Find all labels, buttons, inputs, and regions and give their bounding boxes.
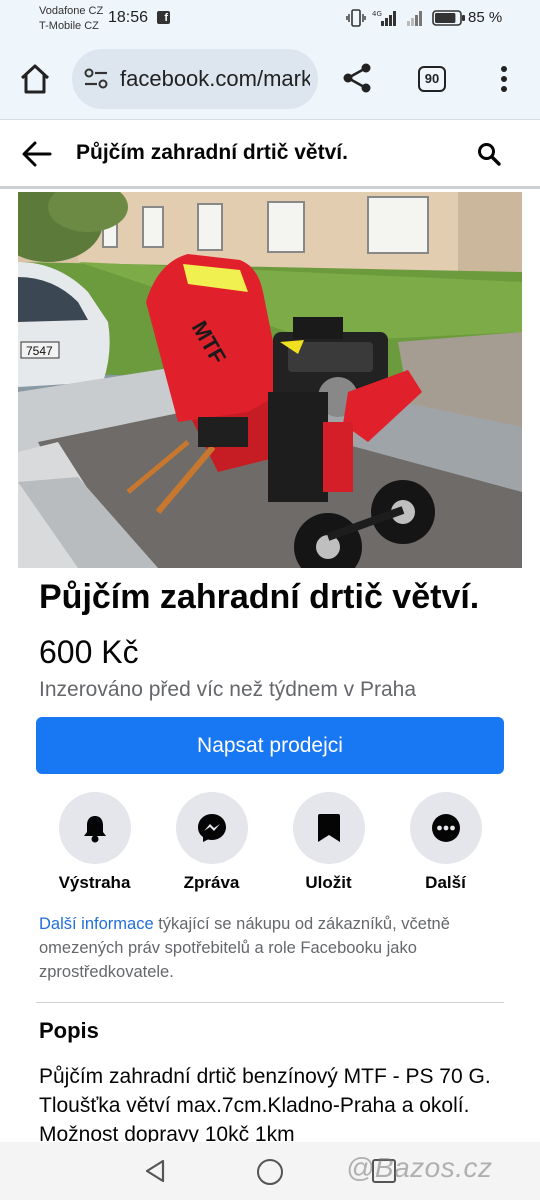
watermark: @Bazos.cz bbox=[346, 1152, 493, 1183]
facebook-notification-icon: f bbox=[157, 11, 170, 24]
alert-label: Výstraha bbox=[58, 873, 131, 892]
system-nav-bar: @Bazos.cz bbox=[0, 1142, 540, 1200]
save-action[interactable]: Uložit bbox=[270, 792, 387, 893]
chipper-image: 7547 MTF bbox=[18, 192, 522, 568]
carrier-1: Vodafone CZ bbox=[39, 5, 104, 17]
battery-percent: 85 % bbox=[468, 9, 503, 26]
home-icon[interactable] bbox=[18, 62, 52, 96]
status-time: 18:56 bbox=[108, 9, 149, 26]
more-action[interactable]: Další bbox=[387, 792, 504, 893]
signal-icon bbox=[407, 11, 422, 26]
carrier-2: T-Mobile CZ bbox=[39, 20, 99, 32]
message-action[interactable]: Zpráva bbox=[153, 792, 270, 893]
network-type-label: 4G bbox=[372, 10, 382, 18]
vibrate-icon bbox=[346, 9, 366, 27]
action-row: Výstraha Zpráva Uložit Další bbox=[36, 792, 504, 892]
site-settings-icon[interactable] bbox=[84, 68, 108, 90]
message-label: Zpráva bbox=[183, 873, 240, 892]
more-info-link[interactable]: Další informace bbox=[39, 915, 154, 933]
system-icons: 4G bbox=[346, 8, 466, 28]
description-text: Půjčím zahradní drtič benzínový MTF - PS… bbox=[39, 1065, 491, 1142]
listing-photo[interactable]: 7547 MTF bbox=[18, 192, 522, 568]
listing-title: Půjčím zahradní drtič větví. bbox=[39, 578, 480, 616]
share-icon[interactable] bbox=[340, 61, 374, 95]
status-bar: Vodafone CZ T-Mobile CZ 18:56 f 4G 85 % bbox=[0, 0, 540, 38]
license-plate-text: 7547 bbox=[26, 344, 53, 358]
arrow-back-icon[interactable] bbox=[20, 139, 54, 169]
message-seller-button[interactable]: Napsat prodejci bbox=[36, 717, 504, 774]
more-vert-icon[interactable] bbox=[492, 62, 516, 96]
header-title: Půjčím zahradní drtič větví. bbox=[76, 141, 348, 164]
bell-icon bbox=[83, 816, 106, 843]
section-divider bbox=[36, 1002, 504, 1003]
messenger-icon bbox=[197, 814, 226, 842]
nav-home-icon[interactable] bbox=[257, 1159, 283, 1185]
tab-switcher-button[interactable]: 90 bbox=[418, 66, 446, 92]
listing-header: Půjčím zahradní drtič větví. bbox=[0, 121, 540, 189]
bookmark-icon bbox=[317, 814, 340, 842]
more-button[interactable] bbox=[409, 792, 482, 864]
save-button[interactable] bbox=[292, 792, 365, 864]
alert-action[interactable]: Výstraha bbox=[36, 792, 153, 893]
message-button[interactable] bbox=[175, 792, 248, 864]
address-bar[interactable]: facebook.com/marketplace bbox=[72, 49, 318, 109]
listing-posted-info: Inzerováno před víc než týdnem v Praha bbox=[39, 678, 417, 701]
search-icon[interactable] bbox=[476, 141, 502, 167]
browser-toolbar: facebook.com/marketplace 90 bbox=[0, 38, 540, 120]
battery-icon bbox=[432, 10, 465, 26]
alert-button[interactable] bbox=[58, 792, 131, 864]
url-text: facebook.com/marketplace bbox=[120, 66, 310, 91]
consumer-disclaimer: Další informace týkající se nákupu od zá… bbox=[39, 912, 499, 984]
description-heading: Popis bbox=[39, 1018, 99, 1043]
save-label: Uložit bbox=[305, 873, 352, 892]
more-horiz-icon bbox=[431, 814, 460, 842]
nav-back-icon[interactable] bbox=[143, 1158, 167, 1184]
signal-icon: 4G bbox=[372, 10, 396, 26]
carrier-names: Vodafone CZ T-Mobile CZ bbox=[39, 4, 103, 34]
more-label: Další bbox=[425, 873, 466, 892]
listing-price: 600 Kč bbox=[39, 634, 139, 670]
